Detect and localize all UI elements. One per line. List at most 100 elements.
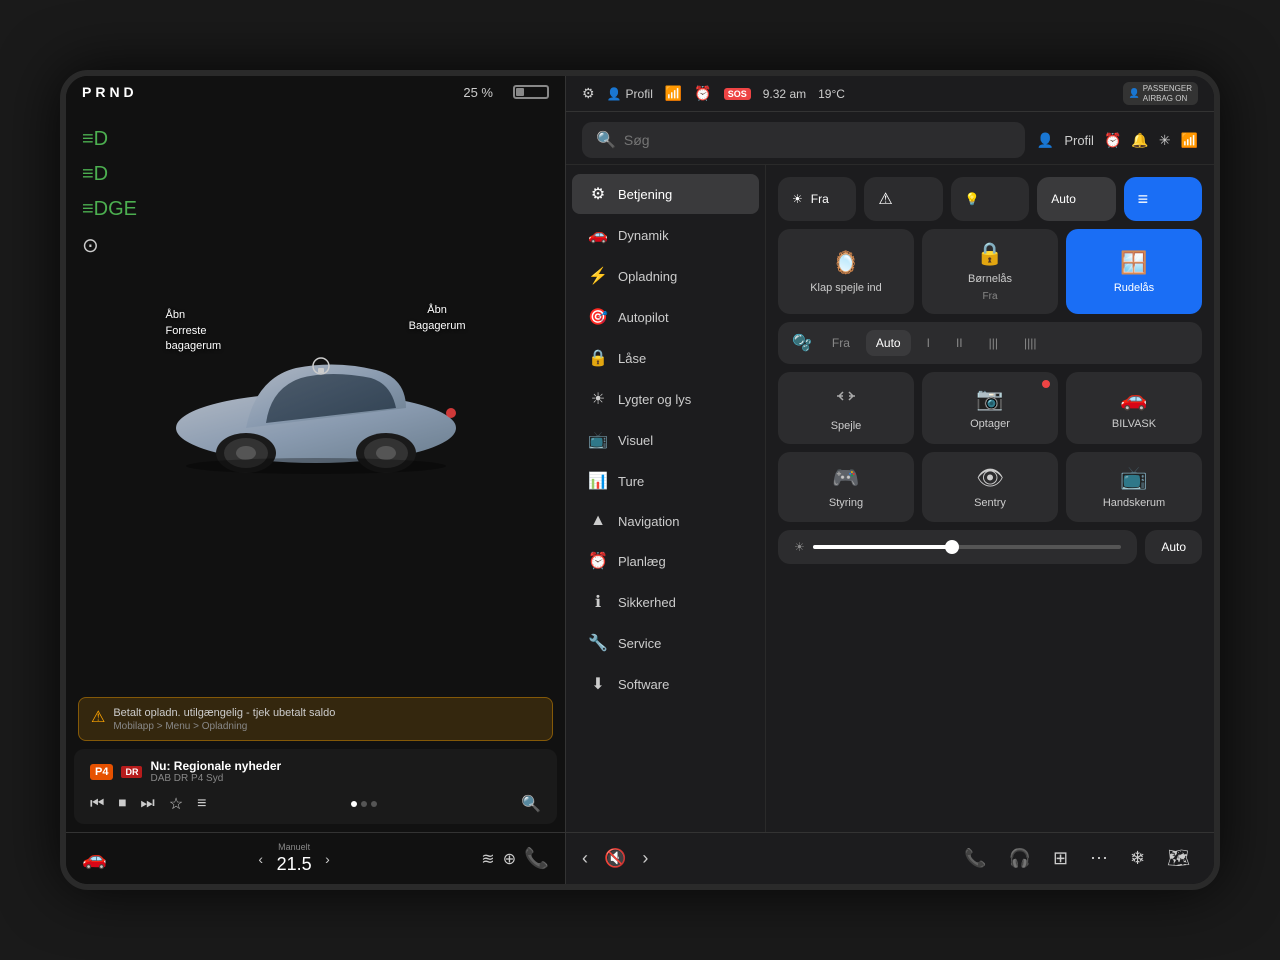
brightness-slider[interactable]: ☀ [778, 530, 1137, 564]
temp-wrapper: Manuelt 21.5 [269, 842, 319, 875]
profile-label[interactable]: 👤 Profil [607, 87, 653, 101]
battery-percentage: 25 % [463, 85, 493, 100]
slider-track[interactable] [813, 545, 1122, 549]
warning-subtext: Mobilapp > Menu > Opladning [113, 721, 335, 732]
settings-icon-header: ⚙ [582, 85, 595, 102]
nav-navigation[interactable]: ▲ Navigation [572, 502, 759, 540]
auto-light-btn[interactable]: Auto [1037, 177, 1115, 221]
stop-button[interactable]: ⏹ [118, 795, 126, 813]
nav-opladning[interactable]: ⚡ Opladning [572, 256, 759, 296]
next-button[interactable]: ⏭ [140, 795, 154, 813]
brightness-icon: ☀ [794, 540, 805, 554]
temp-increase-button[interactable]: › [325, 851, 330, 867]
nav-service[interactable]: 🔧 Service [572, 623, 759, 663]
fold-mirrors-btn[interactable]: 🪞 Klap spejle ind [778, 229, 914, 314]
nav-betjening[interactable]: ⚙ Betjening [572, 174, 759, 214]
dr-badge: DR [121, 766, 142, 778]
tire-icon[interactable]: ⊙ [82, 233, 137, 258]
helmet-taskbar-icon[interactable]: 🎧 [1001, 844, 1039, 873]
lights-fra-label: Fra [811, 192, 829, 206]
temp-label: Manuelt [278, 842, 310, 852]
nav-dynamik[interactable]: 🚗 Dynamik [572, 215, 759, 255]
nav-sikkerhed[interactable]: ℹ Sikkerhed [572, 582, 759, 622]
nav-ture-label: Ture [618, 474, 644, 489]
equalizer-button[interactable]: ≡ [197, 795, 206, 813]
bluetooth-header-icon[interactable]: ✳ [1159, 132, 1171, 149]
sos-badge: SOS [724, 88, 751, 100]
wiper-3-btn[interactable]: ||| [979, 330, 1008, 356]
bell-header-icon[interactable]: 🔔 [1131, 132, 1148, 149]
right-panel: ⚙ 👤 Profil 📶 ⏰ SOS 9.32 am 19°C 👤 PASSEN… [566, 76, 1214, 884]
profile-header-label[interactable]: Profil [1064, 133, 1094, 148]
prev-nav-icon[interactable]: ‹ [582, 848, 588, 869]
window-lock-btn[interactable]: 🪟 Rudelås [1066, 229, 1202, 314]
grid-taskbar-icon[interactable]: ⊞ [1045, 844, 1076, 873]
temp-decrease-button[interactable]: ‹ [258, 851, 263, 867]
styring-btn[interactable]: 🎮 Styring [778, 452, 914, 522]
nav-visuel[interactable]: 📺 Visuel [572, 420, 759, 460]
bilvask-icon: 🚗 [1120, 386, 1147, 412]
fan-taskbar-icon[interactable]: ❄ [1122, 844, 1153, 873]
wiper-2-btn[interactable]: II [946, 330, 973, 356]
nav-planlaeg[interactable]: ⏰ Planlæg [572, 541, 759, 581]
prev-button[interactable]: ⏮ [90, 795, 104, 813]
wiper-auto-btn[interactable]: Auto [866, 330, 911, 356]
child-lock-btn[interactable]: 🔒 Børnelås Fra [922, 229, 1058, 314]
map-taskbar-icon[interactable]: 🗺 [1159, 844, 1198, 873]
brightness-auto-btn[interactable]: Auto [1145, 530, 1202, 564]
next-nav-icon[interactable]: › [642, 848, 648, 869]
temp-control: ‹ Manuelt 21.5 › [115, 842, 473, 875]
headlight-low-icon[interactable]: ≡D [82, 163, 137, 186]
nav-sikkerhed-icon: ℹ [588, 592, 608, 612]
fog-btn[interactable]: 💡 [951, 177, 1029, 221]
lights-fra-btn[interactable]: ☀ Fra [778, 177, 856, 221]
passenger-icon: 👤 [1129, 88, 1140, 99]
sync-icon[interactable]: ⊕ [503, 849, 516, 869]
favorite-button[interactable]: ☆ [169, 794, 183, 814]
media-subtitle: DAB DR P4 Syd [150, 773, 281, 784]
slider-thumb[interactable] [945, 540, 959, 554]
optager-icon: 📷 [976, 386, 1003, 412]
warning-icon: ⚠ [91, 707, 105, 727]
spejle-btn[interactable]: Spejle [778, 372, 914, 444]
profile-header-icon[interactable]: 👤 [1037, 132, 1054, 149]
p4-badge: P4 [90, 764, 113, 780]
headlight-high-icon[interactable]: ≡D [82, 128, 137, 151]
dots-taskbar-icon[interactable]: ⋯ [1082, 844, 1116, 873]
search-media-button[interactable]: 🔍 [521, 794, 541, 814]
nav-lygter[interactable]: ☀ Lygter og lys [572, 379, 759, 419]
sentry-btn[interactable]: 👁 Sentry [922, 452, 1058, 522]
wiper-4-btn[interactable]: |||| [1014, 330, 1046, 356]
heat-icon[interactable]: ≋ [481, 849, 494, 869]
nav-ture[interactable]: 📊 Ture [572, 461, 759, 501]
window-lock-label: Rudelås [1114, 282, 1154, 294]
phone-button[interactable]: 📞 [524, 846, 549, 871]
brightness-row: ☀ Auto [778, 530, 1202, 564]
hazard-btn[interactable]: ⚠ [864, 177, 942, 221]
nav-dynamik-icon: 🚗 [588, 225, 608, 245]
wifi-header-icon: 📶 [1181, 132, 1198, 149]
car-status-icon[interactable]: 🚗 [82, 846, 107, 871]
nav-software-icon: ⬇ [588, 674, 608, 694]
feature-grid: Spejle 📷 Optager 🚗 BILVASK [778, 372, 1202, 522]
highbeam-btn[interactable]: ≡ [1124, 177, 1202, 221]
volume-off-icon[interactable]: 🔇 [604, 848, 626, 869]
main-area: PRND 25 % ≡D ≡D ≡DGE ⊙ [66, 76, 1214, 884]
nav-autopilot[interactable]: 🎯 Autopilot [572, 297, 759, 337]
nav-software[interactable]: ⬇ Software [572, 664, 759, 704]
child-lock-label: Børnelås [968, 273, 1012, 285]
optager-btn[interactable]: 📷 Optager [922, 372, 1058, 444]
nav-laase[interactable]: 🔒 Låse [572, 338, 759, 378]
handskerum-btn[interactable]: 📺 Handskerum [1066, 452, 1202, 522]
wiper-1-btn[interactable]: I [917, 330, 940, 356]
nav-opladning-icon: ⚡ [588, 266, 608, 286]
phone-taskbar-icon[interactable]: 📞 [956, 844, 994, 873]
hazard-edge-icon[interactable]: ≡DGE [82, 198, 137, 221]
search-input[interactable] [624, 132, 1011, 148]
bilvask-btn[interactable]: 🚗 BILVASK [1066, 372, 1202, 444]
sentry-icon: 👁 [976, 465, 1004, 491]
alarm-icon-header: ⏰ [694, 85, 711, 102]
search-box[interactable]: 🔍 [582, 122, 1025, 158]
wiper-fra-btn[interactable]: Fra [822, 330, 860, 356]
child-lock-icon: 🔒 [976, 241, 1003, 267]
